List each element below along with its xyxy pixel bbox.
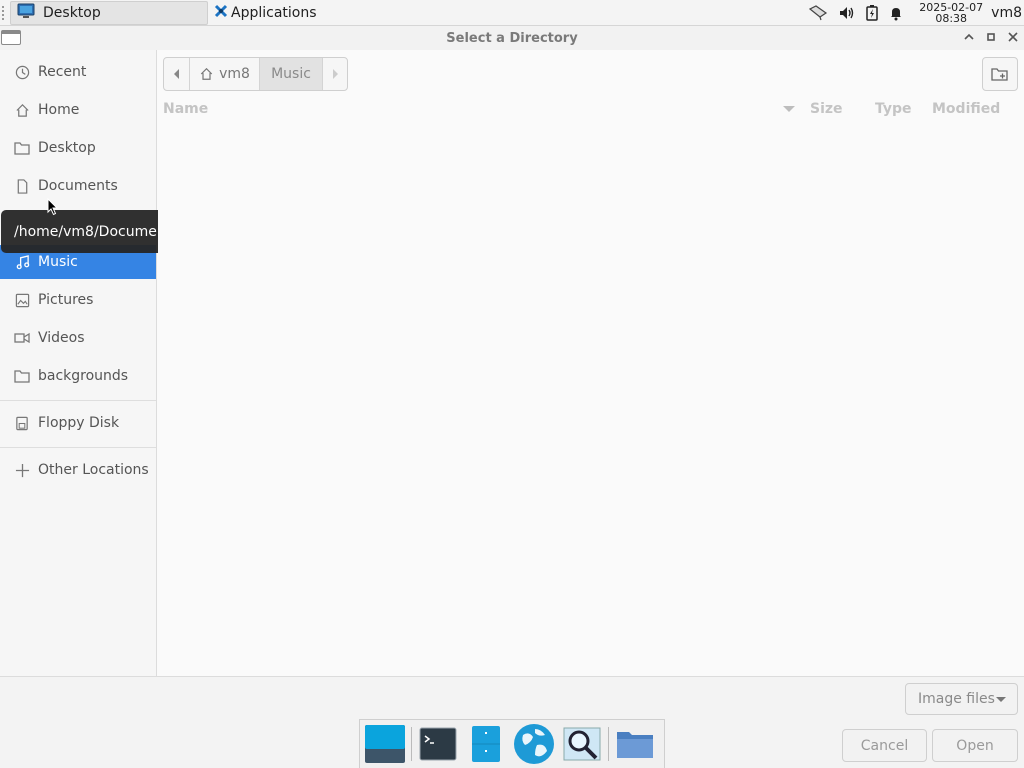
search-icon <box>563 727 601 761</box>
sidebar-item-floppy-disk[interactable]: Floppy Disk <box>0 406 156 440</box>
sidebar-item-label: Recent <box>38 64 87 80</box>
maximize-icon <box>987 33 995 41</box>
sidebar-separator <box>0 400 156 401</box>
path-forward-button[interactable] <box>323 58 347 90</box>
sidebar-item-videos[interactable]: Videos <box>0 321 156 355</box>
battery-icon[interactable] <box>866 4 878 21</box>
sidebar-item-other-locations[interactable]: Other Locations <box>0 453 156 487</box>
show-desktop-icon <box>365 725 405 763</box>
video-icon <box>14 330 30 346</box>
sidebar-item-label: Pictures <box>38 292 94 308</box>
new-folder-icon <box>991 68 1008 81</box>
sidebar-item-label: Videos <box>38 330 85 346</box>
sidebar-item-pictures[interactable]: Pictures <box>0 283 156 317</box>
sidebar-item-label: Documents <box>38 178 118 194</box>
network-icon[interactable] <box>808 4 828 21</box>
sidebar-item-label: Desktop <box>38 140 96 156</box>
dock-item-terminal[interactable] <box>416 722 460 766</box>
desktop-button-label: Desktop <box>43 4 101 21</box>
panel-clock[interactable]: 2025-02-07 08:38 <box>919 2 983 24</box>
volume-icon[interactable] <box>838 5 856 21</box>
folder-icon <box>617 732 653 758</box>
clock-time: 08:38 <box>935 11 968 25</box>
sidebar-item-home[interactable]: Home <box>0 93 156 127</box>
chevron-right-icon <box>333 69 338 79</box>
dock-separator <box>411 727 412 761</box>
desktop-icon <box>17 3 35 23</box>
image-icon <box>14 292 30 308</box>
path-bar: vm8 Music <box>163 57 348 91</box>
minimize-button[interactable] <box>962 29 976 45</box>
clock-icon <box>14 64 30 80</box>
path-segment-label: vm8 <box>219 66 250 82</box>
file-type-filter-dropdown[interactable]: Image files <box>905 683 1018 715</box>
window-menu-icon[interactable] <box>1 30 21 45</box>
chevron-left-icon <box>173 69 179 79</box>
path-segment-home[interactable]: vm8 <box>190 58 260 90</box>
panel-tray: 2025-02-07 08:38 vm8 <box>803 0 1024 26</box>
applications-label: Applications <box>231 4 317 21</box>
top-panel: Desktop Applications 2025-02-07 08:38 vm… <box>0 0 1024 26</box>
dock-item-web-browser[interactable] <box>512 722 556 766</box>
sidebar-item-backgrounds[interactable]: backgrounds <box>0 359 156 393</box>
dock <box>359 719 665 768</box>
music-icon <box>14 254 30 270</box>
sort-descending-icon <box>783 106 795 112</box>
dock-item-file-manager[interactable] <box>464 722 508 766</box>
maximize-button[interactable] <box>984 29 998 45</box>
sidebar-item-desktop[interactable]: Desktop <box>0 131 156 165</box>
dock-item-search[interactable] <box>560 722 604 766</box>
path-segment-music[interactable]: Music <box>260 58 323 90</box>
column-header-name[interactable]: Name <box>163 101 208 117</box>
sidebar-item-label: Home <box>38 102 80 118</box>
notification-bell-icon[interactable] <box>888 5 904 21</box>
terminal-icon <box>419 727 457 761</box>
open-button[interactable]: Open <box>932 729 1018 762</box>
chevron-up-icon <box>964 33 974 40</box>
folder-icon <box>14 368 30 384</box>
sidebar-tooltip: /home/vm8/Documents <box>1 210 179 253</box>
column-header-modified[interactable]: Modified <box>932 101 1000 117</box>
chevron-down-icon <box>996 697 1006 702</box>
home-icon <box>14 102 30 118</box>
plus-icon <box>14 462 30 478</box>
close-icon <box>1008 32 1018 42</box>
sidebar-item-label: Floppy Disk <box>38 415 120 431</box>
new-folder-button[interactable] <box>982 57 1018 91</box>
dock-item-show-desktop[interactable] <box>363 722 407 766</box>
path-segment-label: Music <box>271 66 311 82</box>
floppy-icon <box>14 415 30 431</box>
sidebar-separator <box>0 447 156 448</box>
sidebar-item-label: backgrounds <box>38 368 129 384</box>
dialog-title: Select a Directory <box>446 30 578 46</box>
dock-separator <box>608 727 609 761</box>
dialog-titlebar: Select a Directory <box>0 26 1024 50</box>
clock-date: 2025-02-07 <box>919 0 984 14</box>
file-cabinet-icon <box>472 726 500 762</box>
panel-grip <box>2 5 8 20</box>
filter-label: Image files <box>918 691 995 707</box>
cancel-button[interactable]: Cancel <box>842 729 927 762</box>
dock-item-folder[interactable] <box>613 722 657 766</box>
mouse-cursor-icon <box>47 197 59 220</box>
window-controls <box>962 29 1020 45</box>
file-list[interactable] <box>158 124 1024 676</box>
column-header-type[interactable]: Type <box>875 101 912 117</box>
sidebar-item-label: Music <box>38 254 78 270</box>
desktop-button[interactable]: Desktop <box>10 0 208 25</box>
sidebar-item-recent[interactable]: Recent <box>0 55 156 89</box>
close-button[interactable] <box>1006 29 1020 45</box>
applications-icon <box>214 4 228 22</box>
document-icon <box>14 178 30 194</box>
globe-icon <box>514 724 554 764</box>
user-menu[interactable]: vm8 <box>991 5 1022 21</box>
column-header-size[interactable]: Size <box>810 101 843 117</box>
places-sidebar: Recent Home Desktop Documents Music Pict… <box>0 50 157 676</box>
folder-icon <box>14 140 30 156</box>
path-back-button[interactable] <box>164 58 190 90</box>
applications-menu-button[interactable]: Applications <box>208 1 323 25</box>
sidebar-item-documents[interactable]: Documents <box>0 169 156 203</box>
sidebar-item-label: Other Locations <box>38 462 149 478</box>
home-icon <box>200 67 213 80</box>
